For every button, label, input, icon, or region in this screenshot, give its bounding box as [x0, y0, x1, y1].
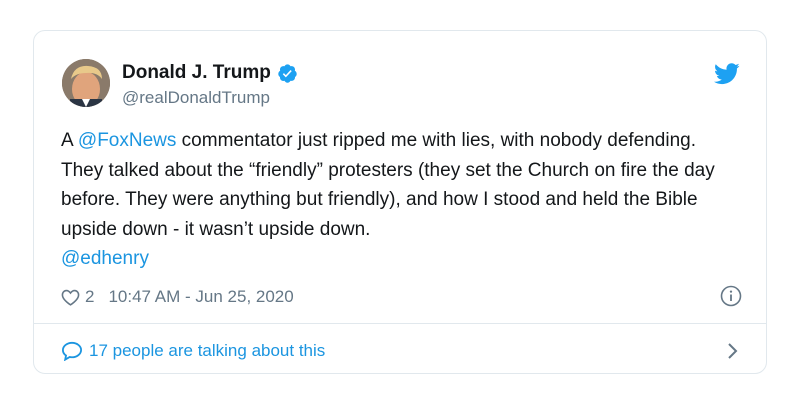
author-handle[interactable]: @realDonaldTrump [122, 88, 298, 108]
heart-icon[interactable] [61, 289, 80, 306]
tweet-header: Donald J. Trump @realDonaldTrump [58, 55, 742, 111]
display-name[interactable]: Donald J. Trump [122, 62, 271, 84]
mention-foxnews[interactable]: @FoxNews [78, 130, 176, 151]
tweet-meta: 2 10:47 AM - Jun 25, 2020 [61, 284, 742, 310]
divider [34, 323, 766, 324]
chevron-right-icon[interactable] [726, 342, 738, 360]
verified-badge-icon [277, 63, 298, 84]
like-count[interactable]: 2 [85, 287, 94, 307]
twitter-bird-icon[interactable] [713, 63, 740, 85]
talking-about-link[interactable]: 17 people are talking about this [61, 337, 742, 365]
tweet-text: A @FoxNews commentator just ripped me wi… [61, 126, 741, 274]
avatar[interactable] [62, 59, 110, 107]
tweet-text-prefix: A [61, 130, 78, 151]
info-icon[interactable] [720, 285, 742, 307]
author-names: Donald J. Trump @realDonaldTrump [122, 61, 298, 108]
reply-bubble-icon [61, 341, 83, 362]
tweet-card: Donald J. Trump @realDonaldTrump A @FoxN… [33, 30, 767, 374]
talking-about-text[interactable]: 17 people are talking about this [89, 341, 325, 361]
timestamp[interactable]: 10:47 AM - Jun 25, 2020 [108, 287, 293, 307]
mention-edhenry[interactable]: @edhenry [61, 248, 149, 269]
